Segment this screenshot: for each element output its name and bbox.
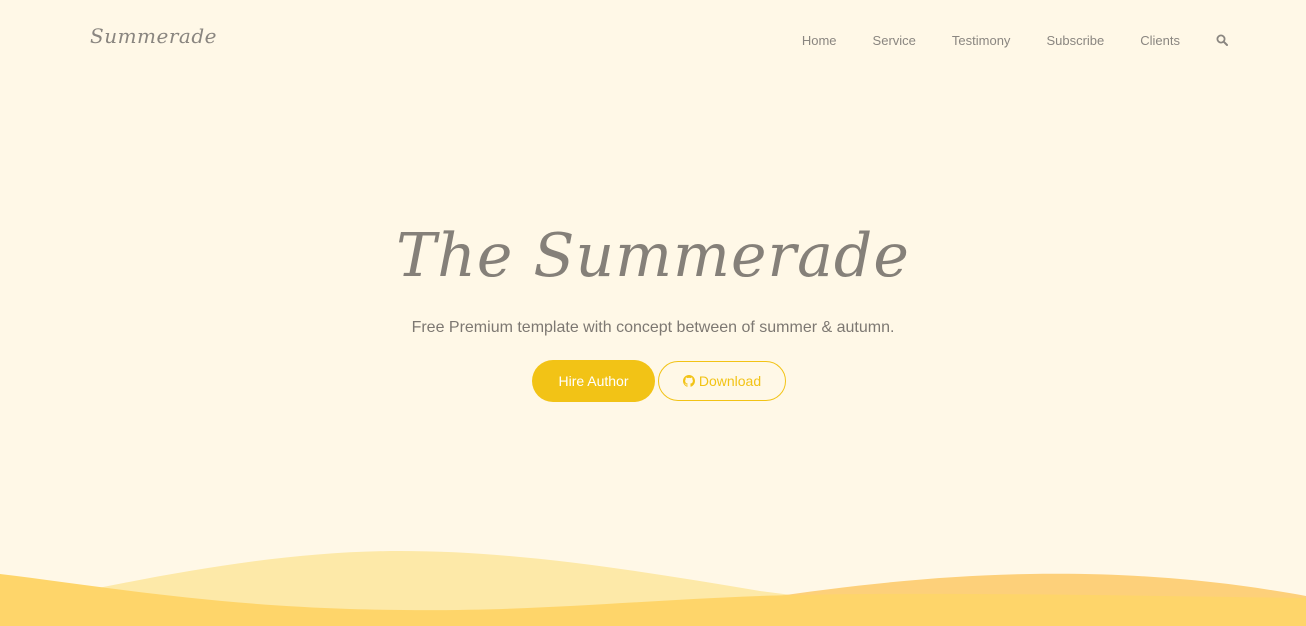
nav-item-home[interactable]: Home (802, 33, 837, 48)
hero-title: The Summerade (396, 221, 910, 291)
nav-menu: Home Service Testimony Subscribe Clients (802, 0, 1306, 80)
page: The Summerade Free Premium template with… (0, 0, 1306, 626)
download-label: Download (698, 373, 762, 389)
hero-buttons: Hire Author Download (532, 360, 786, 402)
nav-item-testimony[interactable]: Testimony (952, 33, 1011, 48)
github-icon (682, 375, 695, 387)
search-icon[interactable] (1216, 34, 1228, 46)
hero-subtitle: Free Premium template with concept betwe… (411, 319, 895, 336)
navbar: Summerade Home Service Testimony Subscri… (0, 0, 1306, 80)
brand-logo[interactable]: Summerade (90, 24, 217, 48)
hero-section: The Summerade Free Premium template with… (0, 0, 1306, 626)
nav-item-service[interactable]: Service (873, 33, 916, 48)
decorative-waves (0, 551, 1306, 626)
nav-item-clients[interactable]: Clients (1140, 33, 1180, 48)
nav-item-subscribe[interactable]: Subscribe (1046, 33, 1104, 48)
hire-author-button[interactable]: Hire Author (532, 360, 655, 402)
download-button[interactable]: Download (658, 361, 786, 401)
